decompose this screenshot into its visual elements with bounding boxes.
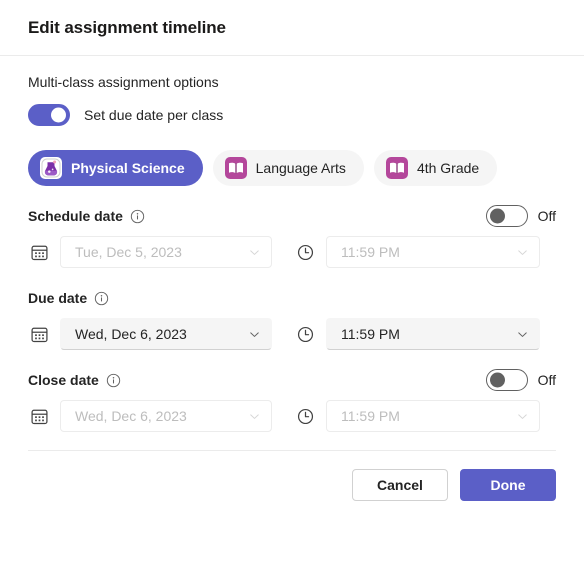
schedule-date-toggle-state: Off	[537, 208, 556, 224]
chevron-down-icon	[248, 328, 261, 341]
set-due-date-per-class-label: Set due date per class	[84, 107, 224, 123]
dialog-footer: Cancel Done	[0, 451, 584, 501]
tab-language-arts[interactable]: Language Arts	[212, 150, 364, 186]
toggle-knob-icon	[489, 372, 505, 388]
schedule-time-value: 11:59 PM	[341, 244, 400, 260]
close-date-row: Wed, Dec 6, 2023 11:59 PM	[28, 400, 556, 432]
chevron-down-icon	[516, 410, 529, 423]
clock-icon	[294, 241, 316, 263]
close-date-label: Close date	[28, 372, 99, 388]
open-book-icon	[224, 157, 247, 179]
multiclass-section-label: Multi-class assignment options	[28, 74, 219, 90]
tab-label: 4th Grade	[416, 160, 480, 176]
info-circle-icon[interactable]	[94, 291, 109, 306]
due-date-input[interactable]: Wed, Dec 6, 2023	[60, 318, 272, 350]
due-time-value: 11:59 PM	[341, 326, 400, 342]
due-date-block: Due date Wed, Dec 6, 2023 11:59 PM	[28, 288, 556, 350]
close-date-header: Close date Off	[28, 369, 556, 391]
schedule-date-block: Schedule date Off Tue, Dec 5, 2023 11:59…	[28, 205, 556, 268]
schedule-date-value: Tue, Dec 5, 2023	[75, 244, 182, 260]
due-date-row: Wed, Dec 6, 2023 11:59 PM	[28, 318, 556, 350]
schedule-date-input[interactable]: Tue, Dec 5, 2023	[60, 236, 272, 268]
toggle-knob-icon	[489, 208, 505, 224]
tab-label: Language Arts	[255, 160, 346, 176]
tab-physical-science[interactable]: Physical Science	[28, 150, 203, 186]
chevron-down-icon	[516, 328, 529, 341]
set-due-date-per-class-toggle[interactable]	[28, 104, 70, 126]
dialog-body: Multi-class assignment options Set due d…	[0, 74, 584, 432]
cancel-button[interactable]: Cancel	[352, 469, 448, 501]
dialog-header: Edit assignment timeline	[0, 0, 584, 56]
due-date-header: Due date	[28, 288, 556, 308]
toggle-knob-icon	[51, 107, 66, 123]
tab-label: Physical Science	[71, 160, 185, 176]
close-date-value: Wed, Dec 6, 2023	[75, 408, 187, 424]
schedule-time-input[interactable]: 11:59 PM	[326, 236, 540, 268]
info-circle-icon[interactable]	[106, 373, 121, 388]
due-date-label: Due date	[28, 290, 88, 306]
due-date-value: Wed, Dec 6, 2023	[75, 326, 187, 342]
done-button[interactable]: Done	[460, 469, 556, 501]
schedule-date-toggle[interactable]	[485, 205, 528, 227]
close-time-input[interactable]: 11:59 PM	[326, 400, 540, 432]
calendar-icon	[28, 241, 50, 263]
calendar-icon	[28, 405, 50, 427]
close-date-input[interactable]: Wed, Dec 6, 2023	[60, 400, 272, 432]
close-date-block: Close date Off Wed, Dec 6, 2023 11:59 PM	[28, 369, 556, 432]
close-date-toggle[interactable]	[485, 369, 528, 391]
open-book-icon	[385, 157, 408, 179]
page-title: Edit assignment timeline	[28, 17, 226, 37]
due-time-input[interactable]: 11:59 PM	[326, 318, 540, 350]
tab-4th-grade[interactable]: 4th Grade	[373, 150, 498, 186]
clock-icon	[294, 405, 316, 427]
chevron-down-icon	[248, 246, 261, 259]
schedule-date-row: Tue, Dec 5, 2023 11:59 PM	[28, 236, 556, 268]
clock-icon	[294, 323, 316, 345]
close-date-toggle-state: Off	[537, 372, 556, 388]
chevron-down-icon	[248, 410, 261, 423]
science-flask-icon	[40, 157, 62, 179]
schedule-date-header: Schedule date Off	[28, 205, 556, 227]
calendar-icon	[28, 323, 50, 345]
set-due-date-per-class-row: Set due date per class	[28, 104, 556, 126]
chevron-down-icon	[516, 246, 529, 259]
close-time-value: 11:59 PM	[341, 408, 400, 424]
info-circle-icon[interactable]	[130, 209, 145, 224]
class-tab-list: Physical Science Language Arts 4th Grade	[28, 150, 556, 186]
schedule-date-label: Schedule date	[28, 208, 123, 224]
